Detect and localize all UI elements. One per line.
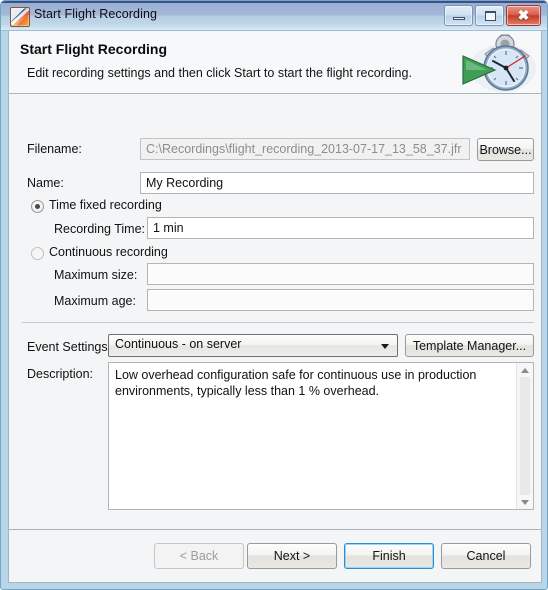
dialog-window: Start Flight Recording ✖ Start Flight Re… bbox=[0, 0, 548, 590]
maximize-icon bbox=[485, 11, 496, 21]
minimize-icon bbox=[453, 17, 465, 20]
settings-separator bbox=[22, 322, 534, 323]
maximum-size-input[interactable] bbox=[147, 263, 534, 285]
recording-time-label: Recording Time: bbox=[54, 222, 146, 236]
chevron-down-icon bbox=[381, 344, 389, 349]
recording-time-input[interactable] bbox=[147, 217, 534, 239]
maximum-age-input[interactable] bbox=[147, 289, 534, 311]
time-fixed-recording-radio[interactable] bbox=[31, 200, 44, 213]
close-button[interactable]: ✖ bbox=[506, 5, 541, 26]
cancel-button[interactable]: Cancel bbox=[441, 543, 531, 569]
scroll-up-arrow-icon[interactable] bbox=[517, 363, 533, 377]
finish-button[interactable]: Finish bbox=[344, 543, 434, 569]
title-bar[interactable]: Start Flight Recording ✖ bbox=[1, 1, 547, 31]
maximum-age-label: Maximum age: bbox=[54, 294, 136, 308]
event-settings-label: Event Settings: bbox=[27, 340, 112, 354]
back-button[interactable]: < Back bbox=[154, 543, 244, 569]
header-band: Start Flight Recording Edit recording se… bbox=[9, 31, 541, 94]
maximize-button[interactable] bbox=[475, 5, 504, 26]
continuous-recording-radio[interactable] bbox=[31, 247, 44, 260]
description-label: Description: bbox=[27, 367, 93, 381]
continuous-recording-label: Continuous recording bbox=[49, 245, 168, 259]
flight-recorder-icon bbox=[10, 7, 30, 27]
event-settings-selected-value: Continuous - on server bbox=[115, 337, 242, 351]
window-title: Start Flight Recording bbox=[34, 7, 158, 21]
maximum-size-label: Maximum size: bbox=[54, 268, 138, 282]
dialog-client-area: Start Flight Recording Edit recording se… bbox=[8, 31, 542, 583]
stopwatch-play-icon bbox=[459, 32, 541, 93]
template-manager-button[interactable]: Template Manager... bbox=[405, 334, 534, 357]
page-title: Start Flight Recording bbox=[20, 41, 167, 57]
scroll-down-arrow-icon[interactable] bbox=[517, 495, 533, 509]
browse-button[interactable]: Browse... bbox=[477, 138, 534, 161]
minimize-button[interactable] bbox=[444, 5, 473, 26]
description-text: Low overhead configuration safe for cont… bbox=[115, 368, 477, 398]
name-input[interactable] bbox=[140, 172, 534, 194]
page-subtitle: Edit recording settings and then click S… bbox=[27, 66, 412, 80]
footer-separator bbox=[9, 529, 541, 530]
filename-input[interactable] bbox=[140, 138, 470, 160]
description-textbox[interactable]: Low overhead configuration safe for cont… bbox=[108, 362, 534, 510]
description-scrollbar[interactable] bbox=[516, 363, 533, 509]
event-settings-dropdown[interactable]: Continuous - on server bbox=[108, 334, 398, 357]
next-button[interactable]: Next > bbox=[247, 543, 337, 569]
name-label: Name: bbox=[27, 176, 64, 190]
filename-label: Filename: bbox=[27, 142, 82, 156]
close-icon: ✖ bbox=[517, 7, 530, 23]
time-fixed-recording-label: Time fixed recording bbox=[49, 198, 162, 212]
title-bar-top-edge bbox=[1, 1, 547, 3]
description-scrollbar-track[interactable] bbox=[519, 377, 531, 495]
